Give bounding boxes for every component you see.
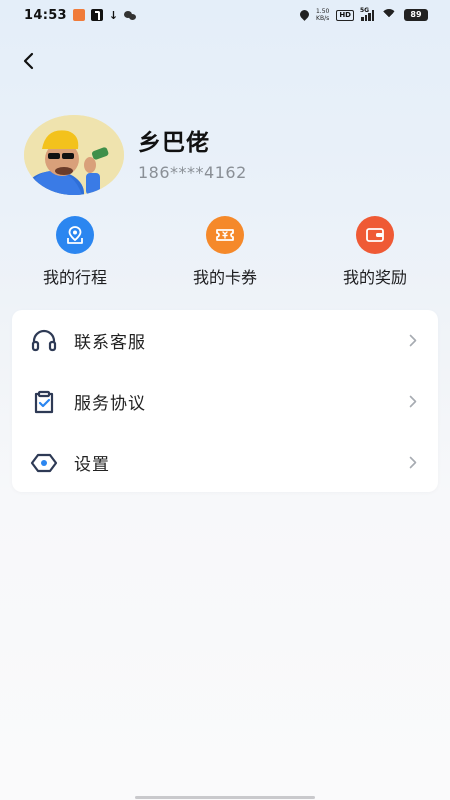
wechat-notification-icon [124,10,137,20]
cell-signal-icon: 5G [360,6,374,21]
menu-card: 联系客服 服务协议 设置 [12,310,438,492]
map-pin-icon [56,216,94,254]
my-coupons-label: 我的卡券 [192,268,257,287]
user-name: 乡巴佬 [138,129,210,156]
quick-actions: 我的行程 我的卡券 我的奖励 [0,216,450,288]
contact-support-item[interactable]: 联系客服 [12,310,438,371]
network-speed: 1.50 KB/s [316,8,329,22]
location-icon [300,10,309,21]
avatar[interactable] [24,115,124,195]
chevron-left-icon [23,52,34,70]
my-rewards-label: 我的奖励 [342,268,407,287]
wifi-icon [381,9,397,21]
download-arrow-icon: ↓ [108,8,119,22]
wallet-icon [356,216,394,254]
status-bar-left: 14:53 ↓ [24,8,137,23]
status-time: 14:53 [24,7,67,23]
signal-network-label: 5G [360,6,370,14]
settings-item[interactable]: 设置 [12,432,438,493]
tiktok-notification-icon [90,9,103,21]
clipboard-check-icon [30,388,58,416]
profile-page: 14:53 ↓ 1.50 KB/s HD 5G 89 乡巴佬 186****41… [0,0,450,800]
chevron-right-icon [406,334,420,348]
back-button[interactable] [18,50,40,72]
my-trips-label: 我的行程 [42,268,107,287]
my-coupons-button[interactable]: 我的卡券 [150,216,300,288]
hd-badge: HD [336,9,354,21]
network-speed-unit: KB/s [316,15,330,22]
chevron-right-icon [406,456,420,470]
home-indicator[interactable] [135,796,315,799]
profile-header[interactable]: 乡巴佬 186****4162 [24,115,247,195]
status-bar: 14:53 ↓ 1.50 KB/s HD 5G 89 [0,0,450,30]
contact-support-label: 联系客服 [74,333,146,353]
status-bar-right: 1.50 KB/s HD 5G 89 [300,6,428,22]
ticket-icon [206,216,244,254]
user-phone: 186****4162 [138,162,247,182]
service-agreement-item[interactable]: 服务协议 [12,371,438,432]
my-trips-button[interactable]: 我的行程 [0,216,150,288]
settings-eye-icon [30,449,58,477]
settings-label: 设置 [74,455,110,475]
network-speed-value: 1.50 [315,8,330,15]
chevron-right-icon [406,395,420,409]
battery-indicator: 89 [404,9,428,21]
service-agreement-label: 服务协议 [74,394,146,414]
headset-icon [30,327,58,355]
notification-app-icon [72,9,85,21]
my-rewards-button[interactable]: 我的奖励 [300,216,450,288]
profile-text: 乡巴佬 186****4162 [138,123,247,182]
